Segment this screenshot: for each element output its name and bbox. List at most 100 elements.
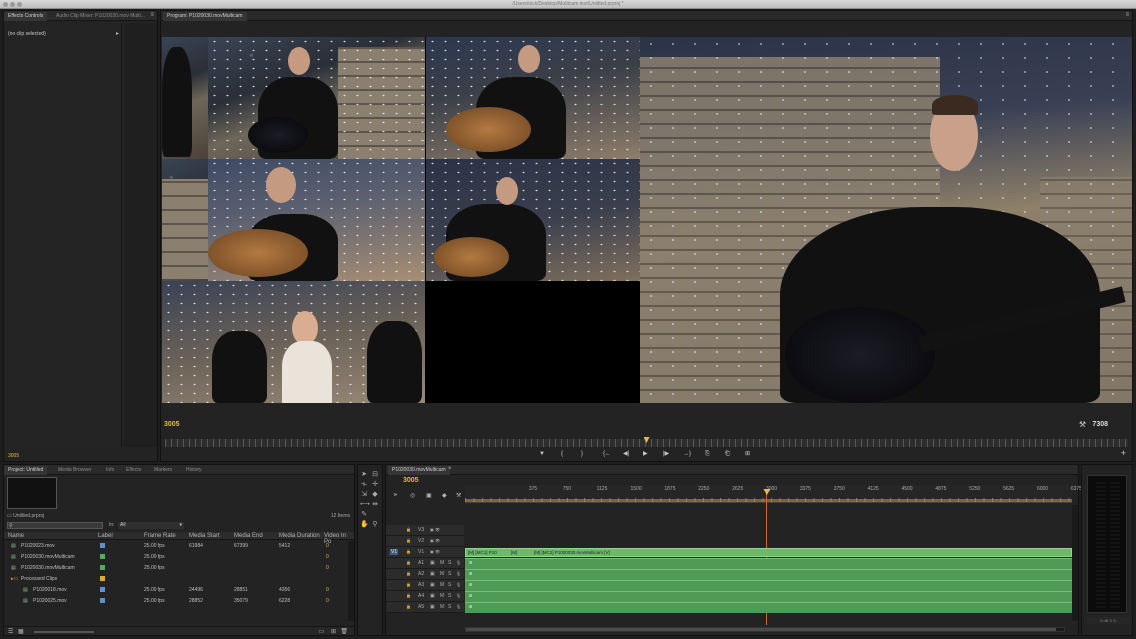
toggle-output-icon[interactable]: ▣ 👁 — [430, 549, 440, 554]
track-header-v1[interactable]: V1 🔒 V1 ▣ 👁 — [386, 547, 464, 558]
track-header-a1[interactable]: 🔒 A1 ▣ M S 🎙 — [386, 558, 464, 569]
voiceover-icon[interactable]: 🎙 — [456, 593, 461, 598]
solo-button[interactable]: S — [448, 571, 451, 577]
selection-tool-icon[interactable]: ➤ — [360, 471, 368, 479]
sync-lock-icon[interactable]: ▣ — [430, 560, 435, 566]
project-item-row[interactable]: ▤ P1020030.movMulticam 25.00 fps 0 — [4, 552, 348, 563]
go-to-out-button[interactable]: →} — [683, 451, 691, 458]
add-marker-icon[interactable]: ▣ — [426, 492, 432, 499]
label-color-swatch[interactable] — [100, 554, 105, 559]
work-area-bar[interactable] — [465, 499, 1072, 502]
multicam-video-clip[interactable]: [M] [MC1] P10 [M] [M] [MC2] P1020030.movMu… — [465, 548, 1072, 557]
timeline-timecode[interactable]: 3005 — [403, 477, 419, 484]
sync-lock-icon[interactable]: ▣ — [430, 571, 435, 577]
meter-solo-buttons[interactable]: 0 dB S S — [1086, 617, 1130, 624]
expand-arrow-icon[interactable]: ▸ — [116, 30, 119, 37]
zoom-tool-icon[interactable]: ⚲ — [371, 521, 379, 529]
close-sequence-icon[interactable]: × — [448, 466, 452, 472]
solo-button[interactable]: S — [448, 593, 451, 599]
step-forward-button[interactable]: |▶ — [663, 451, 669, 458]
lock-icon[interactable]: 🔒 — [406, 593, 411, 598]
voiceover-icon[interactable]: 🎙 — [456, 560, 461, 565]
audio-clip-a4[interactable]: ⊞ — [465, 591, 1072, 602]
in-filter-select[interactable]: All ▾ — [118, 522, 184, 529]
toggle-output-icon[interactable]: ▣ 👁 — [430, 538, 440, 543]
solo-button[interactable]: S — [448, 560, 451, 566]
trash-icon[interactable]: 🗑 — [340, 628, 348, 635]
tab-media-browser[interactable]: Media Browser — [54, 466, 95, 475]
sync-lock-icon[interactable]: ▣ — [430, 604, 435, 610]
project-search-input[interactable]: ⚲ — [7, 522, 103, 529]
voiceover-icon[interactable]: 🎙 — [456, 571, 461, 576]
camera-angle-7[interactable] — [162, 281, 425, 403]
timeline-ruler[interactable]: 375 750 1125 1500 1875 2250 2625 3000 3375 3750 41… — [465, 485, 1082, 503]
camera-angle-2[interactable] — [208, 37, 425, 159]
slip-tool-icon[interactable]: ⟷ — [360, 501, 370, 509]
label-color-swatch[interactable] — [100, 598, 105, 603]
step-back-button[interactable]: ◀| — [623, 451, 629, 458]
col-media-end[interactable]: Media End — [234, 533, 263, 539]
camera-angle-6[interactable] — [426, 159, 640, 281]
project-item-row[interactable]: ▤ P1020023.mov 25.00 fps 61984 67399 5412 0 — [4, 541, 348, 552]
label-color-swatch[interactable] — [100, 543, 105, 548]
label-color-swatch[interactable] — [100, 576, 105, 581]
project-item-row[interactable]: ▤ P1020030.movMulticam 25.00 fps 0 — [4, 563, 348, 574]
sync-lock-icon[interactable]: ▣ — [430, 593, 435, 599]
voiceover-icon[interactable]: 🎙 — [456, 582, 461, 587]
lock-icon[interactable]: 🔒 — [406, 538, 411, 543]
export-frame-button[interactable]: ⊞ — [745, 451, 750, 458]
new-bin-icon[interactable]: ▭ — [318, 628, 324, 635]
marker-icon[interactable]: ◆ — [442, 492, 447, 499]
mute-button[interactable]: M — [440, 560, 444, 566]
source-patch[interactable]: V1 — [390, 549, 399, 555]
razor-tool-icon[interactable]: ◆ — [371, 491, 379, 499]
timeline-vertical-scrollbar[interactable] — [1072, 505, 1078, 621]
col-media-start[interactable]: Media Start — [189, 533, 220, 539]
snap-icon[interactable]: ⫸ — [394, 492, 397, 499]
program-time-ruler[interactable] — [165, 437, 1128, 447]
col-label[interactable]: Label — [98, 533, 113, 539]
project-scrollbar[interactable] — [348, 541, 354, 621]
pen-tool-icon[interactable]: ✎ — [360, 511, 368, 519]
zoom-slider[interactable] — [34, 631, 94, 633]
tab-effects-controls[interactable]: Effects Controls — [4, 12, 48, 21]
solo-button[interactable]: S — [448, 604, 451, 610]
solo-button[interactable]: S — [448, 582, 451, 588]
track-header-v2[interactable]: 🔒 V2 ▣ 👁 — [386, 536, 464, 547]
list-view-icon[interactable]: ☰ — [8, 628, 13, 635]
mute-button[interactable]: M — [440, 593, 444, 599]
project-item-row[interactable]: ▤ P1020018.mov 25.00 fps 24496 28851 4356 0 — [4, 585, 348, 596]
label-color-swatch[interactable] — [100, 587, 105, 592]
rolling-edit-tool-icon[interactable]: ✛ — [371, 481, 379, 489]
tab-audio-clip-mixer[interactable]: Audio Clip Mixer: P1020030.mov Multi... — [52, 12, 149, 21]
col-frame-rate[interactable]: Frame Rate — [144, 533, 176, 539]
tab-project[interactable]: Project: Untitled — [4, 466, 48, 475]
project-item-row[interactable]: ▸▭ Processed Clips — [4, 574, 348, 585]
lift-button[interactable]: ⎘ — [705, 451, 710, 458]
program-menu-icon[interactable]: ≡ — [1125, 12, 1129, 18]
icon-view-icon[interactable]: ▦ — [18, 628, 24, 635]
track-header-a5[interactable]: 🔒 A5 ▣ M S 🎙 — [386, 602, 464, 613]
program-playhead[interactable] — [643, 437, 650, 443]
new-item-icon[interactable]: ⊞ — [331, 628, 336, 635]
add-marker-button[interactable]: ▼ — [539, 451, 545, 458]
mark-out-button[interactable]: } — [581, 451, 583, 458]
multicam-grid[interactable] — [162, 37, 640, 403]
audio-clip-a2[interactable]: ⊞ — [465, 569, 1072, 580]
go-to-in-button[interactable]: {← — [603, 451, 611, 458]
sync-lock-icon[interactable]: ▣ — [430, 582, 435, 588]
lock-icon[interactable]: 🔒 — [406, 604, 411, 609]
ripple-edit-tool-icon[interactable]: ⟛ — [360, 481, 368, 489]
audio-clip-a1[interactable]: ⊞ — [465, 558, 1072, 569]
audio-clip-a3[interactable]: ⊞ — [465, 580, 1072, 591]
lock-icon[interactable]: 🔒 — [406, 582, 411, 587]
lock-icon[interactable]: 🔒 — [406, 560, 411, 565]
rate-stretch-tool-icon[interactable]: ⇲ — [360, 491, 368, 499]
camera-angle-4-selected[interactable] — [162, 159, 208, 281]
timeline-horizontal-scrollbar[interactable] — [465, 627, 1065, 632]
tab-info[interactable]: Info — [102, 466, 118, 475]
track-select-tool-icon[interactable]: ⊟ — [371, 471, 379, 479]
mark-in-button[interactable]: { — [561, 451, 563, 458]
tab-history[interactable]: History — [182, 466, 206, 475]
track-header-a3[interactable]: 🔒 A3 ▣ M S 🎙 — [386, 580, 464, 591]
